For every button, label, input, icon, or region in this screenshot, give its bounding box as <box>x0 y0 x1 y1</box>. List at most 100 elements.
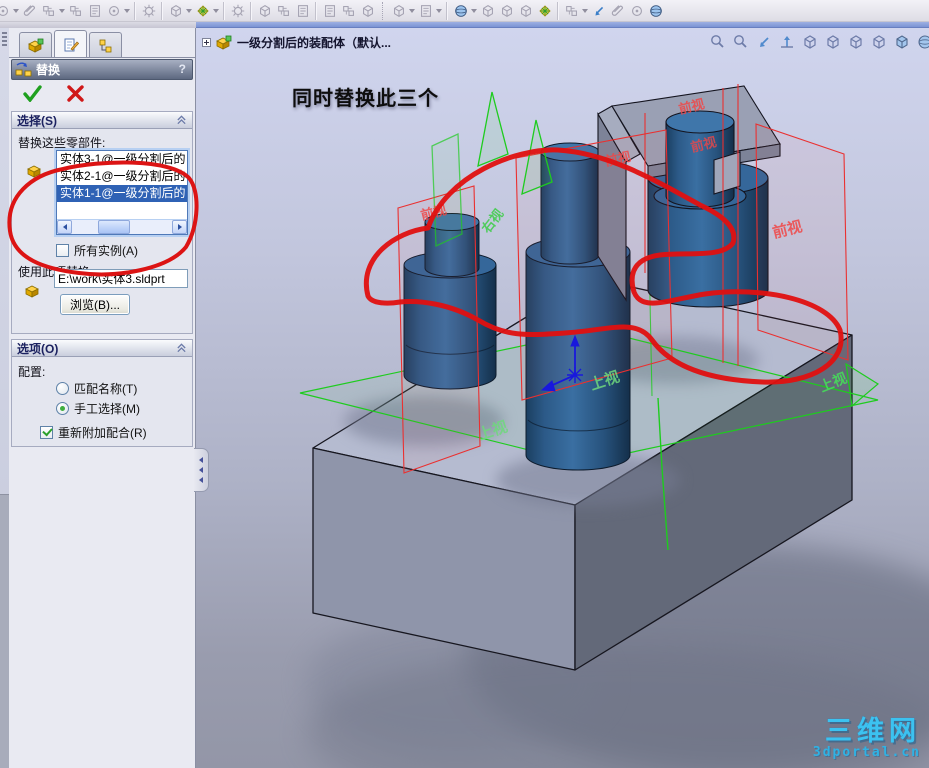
flex-icon[interactable] <box>608 2 627 20</box>
manual-select-radio[interactable]: 手工选择(M) <box>56 400 140 417</box>
selection-header-label: 选择(S) <box>17 113 57 128</box>
exploded-view-icon[interactable] <box>274 2 293 20</box>
list-item[interactable]: 实体3-1@一级分割后的 <box>57 151 187 168</box>
part-icon <box>26 164 43 179</box>
move-face-icon[interactable] <box>589 2 608 20</box>
chamfer-icon[interactable] <box>478 2 497 20</box>
components-listbox[interactable]: 实体3-1@一级分割后的 实体2-1@一级分割后的 实体1-1@一级分割后的 <box>56 150 188 235</box>
viewport-annotation-text: 同时替换此三个 <box>292 88 439 110</box>
dropdown-caret[interactable] <box>408 2 416 20</box>
ok-button[interactable] <box>23 85 42 105</box>
tree-expand-icon[interactable] <box>202 38 211 47</box>
edge-strip-lower <box>0 494 9 768</box>
hole-wizard-icon[interactable] <box>535 2 554 20</box>
options-groupbox: 选项(O) 配置: 匹配名称(T) 手工选择(M) 重新附加配合(R) <box>11 339 193 447</box>
dropdown-caret[interactable] <box>12 2 20 20</box>
selection-filter-icon[interactable] <box>389 2 408 20</box>
browse-button[interactable]: 浏览(B)... <box>60 294 130 315</box>
reattach-mates-checkbox[interactable]: 重新附加配合(R) <box>40 424 147 441</box>
watermark-line1: 三维网 <box>825 716 921 748</box>
grip-dots-icon <box>2 32 7 34</box>
edit-color-icon[interactable] <box>0 2 12 20</box>
manual-select-label: 手工选择(M) <box>74 402 140 416</box>
listbox-items: 实体3-1@一级分割后的 实体2-1@一级分割后的 实体1-1@一级分割后的 <box>57 151 187 219</box>
move-component-icon[interactable] <box>66 2 85 20</box>
radio-circle-selected <box>56 402 69 415</box>
mate-icon[interactable] <box>228 2 247 20</box>
docked-toolbar-handle[interactable] <box>0 28 9 768</box>
attachment-icon[interactable] <box>20 2 39 20</box>
new-assembly-icon[interactable] <box>339 2 358 20</box>
main-toolbar <box>0 0 929 22</box>
sphere-feature-icon[interactable] <box>646 2 665 20</box>
shell-icon[interactable] <box>516 2 535 20</box>
toolbar-separator <box>161 1 163 20</box>
scroll-track[interactable] <box>72 220 172 234</box>
feature-tree-root[interactable]: 一级分割后的装配体（默认... <box>202 34 391 51</box>
selection-groupbox: 选择(S) 替换这些零部件: 实体3-1@一级分割后的 实体2-1@一级分割后的… <box>11 111 193 334</box>
previous-view-icon[interactable] <box>754 32 774 51</box>
tab-featuremanager[interactable] <box>19 32 52 58</box>
extruded-cut-icon[interactable] <box>497 2 516 20</box>
new-part-icon[interactable] <box>320 2 339 20</box>
part-icon <box>24 284 41 299</box>
panel-collapse-handle[interactable] <box>194 448 209 492</box>
linear-pattern-icon[interactable] <box>562 2 581 20</box>
hidden-lines-removed-icon[interactable] <box>823 32 843 51</box>
reattach-mates-label: 重新附加配合(R) <box>58 426 147 440</box>
cylinder-feature-icon[interactable] <box>627 2 646 20</box>
selection-group-header[interactable]: 选择(S) <box>12 112 192 129</box>
scroll-right-button[interactable] <box>172 220 187 234</box>
interference-detection-icon[interactable] <box>255 2 274 20</box>
right-plane-label: 右视 <box>478 206 506 237</box>
scroll-left-button[interactable] <box>57 220 72 234</box>
cancel-button[interactable] <box>66 85 85 105</box>
dropdown-caret[interactable] <box>470 2 478 20</box>
view-orientation-icon[interactable] <box>800 32 820 51</box>
graphics-viewport[interactable]: 前视 前视 前视 前视 前视 右视 上视 上视 上视 一级分割后的装配体（默认.… <box>196 28 929 768</box>
options-header-label: 选项(O) <box>17 341 59 356</box>
part3-notch <box>713 151 741 195</box>
tab-configurationmanager[interactable] <box>89 32 122 58</box>
shaded-with-edges-icon[interactable] <box>892 32 912 51</box>
dropdown-caret[interactable] <box>58 2 66 20</box>
assembly-settings-icon[interactable] <box>139 2 158 20</box>
list-item[interactable]: 实体2-1@一级分割后的 <box>57 168 187 185</box>
explode-line-sketch-icon[interactable] <box>293 2 312 20</box>
dropdown-caret[interactable] <box>185 2 193 20</box>
horizontal-scrollbar[interactable] <box>57 219 187 234</box>
fillet-icon[interactable] <box>451 2 470 20</box>
edit-component-icon[interactable] <box>166 2 185 20</box>
dropdown-caret[interactable] <box>123 2 131 20</box>
toolbar-separator <box>446 1 448 20</box>
options-group-header[interactable]: 选项(O) <box>12 340 192 357</box>
dropdown-caret[interactable] <box>212 2 220 20</box>
section-view-icon[interactable] <box>777 32 797 51</box>
list-item-selected[interactable]: 实体1-1@一级分割后的 <box>57 185 187 202</box>
dropdown-caret[interactable] <box>435 2 443 20</box>
match-name-radio[interactable]: 匹配名称(T) <box>56 380 137 397</box>
watermark-line2: 3dportal.cn <box>812 745 921 761</box>
replace-components-icon[interactable] <box>358 2 377 20</box>
dropdown-caret[interactable] <box>581 2 589 20</box>
snapshot-icon[interactable] <box>416 2 435 20</box>
zoom-area-icon[interactable] <box>731 32 751 51</box>
smart-mate-icon[interactable] <box>193 2 212 20</box>
replacement-path-input[interactable] <box>54 269 188 288</box>
3d-scene: 前视 前视 前视 前视 前视 右视 上视 上视 上视 <box>299 84 929 768</box>
show-hidden-components-icon[interactable] <box>39 2 58 20</box>
help-button[interactable]: ? <box>179 62 186 76</box>
pm-title: 替换 <box>36 63 61 77</box>
rotate-component-icon[interactable] <box>104 2 123 20</box>
scroll-thumb[interactable] <box>98 220 130 234</box>
toolbar-separator <box>315 1 317 20</box>
wireframe-icon[interactable] <box>869 32 889 51</box>
checkbox-box <box>56 244 69 257</box>
component-preview-icon[interactable] <box>85 2 104 20</box>
shaded-icon[interactable] <box>915 32 929 51</box>
all-instances-checkbox[interactable]: 所有实例(A) <box>56 242 138 259</box>
tab-propertymanager[interactable] <box>54 30 87 58</box>
zoom-fit-icon[interactable] <box>708 32 728 51</box>
checkbox-checked <box>40 426 53 439</box>
hidden-lines-visible-icon[interactable] <box>846 32 866 51</box>
